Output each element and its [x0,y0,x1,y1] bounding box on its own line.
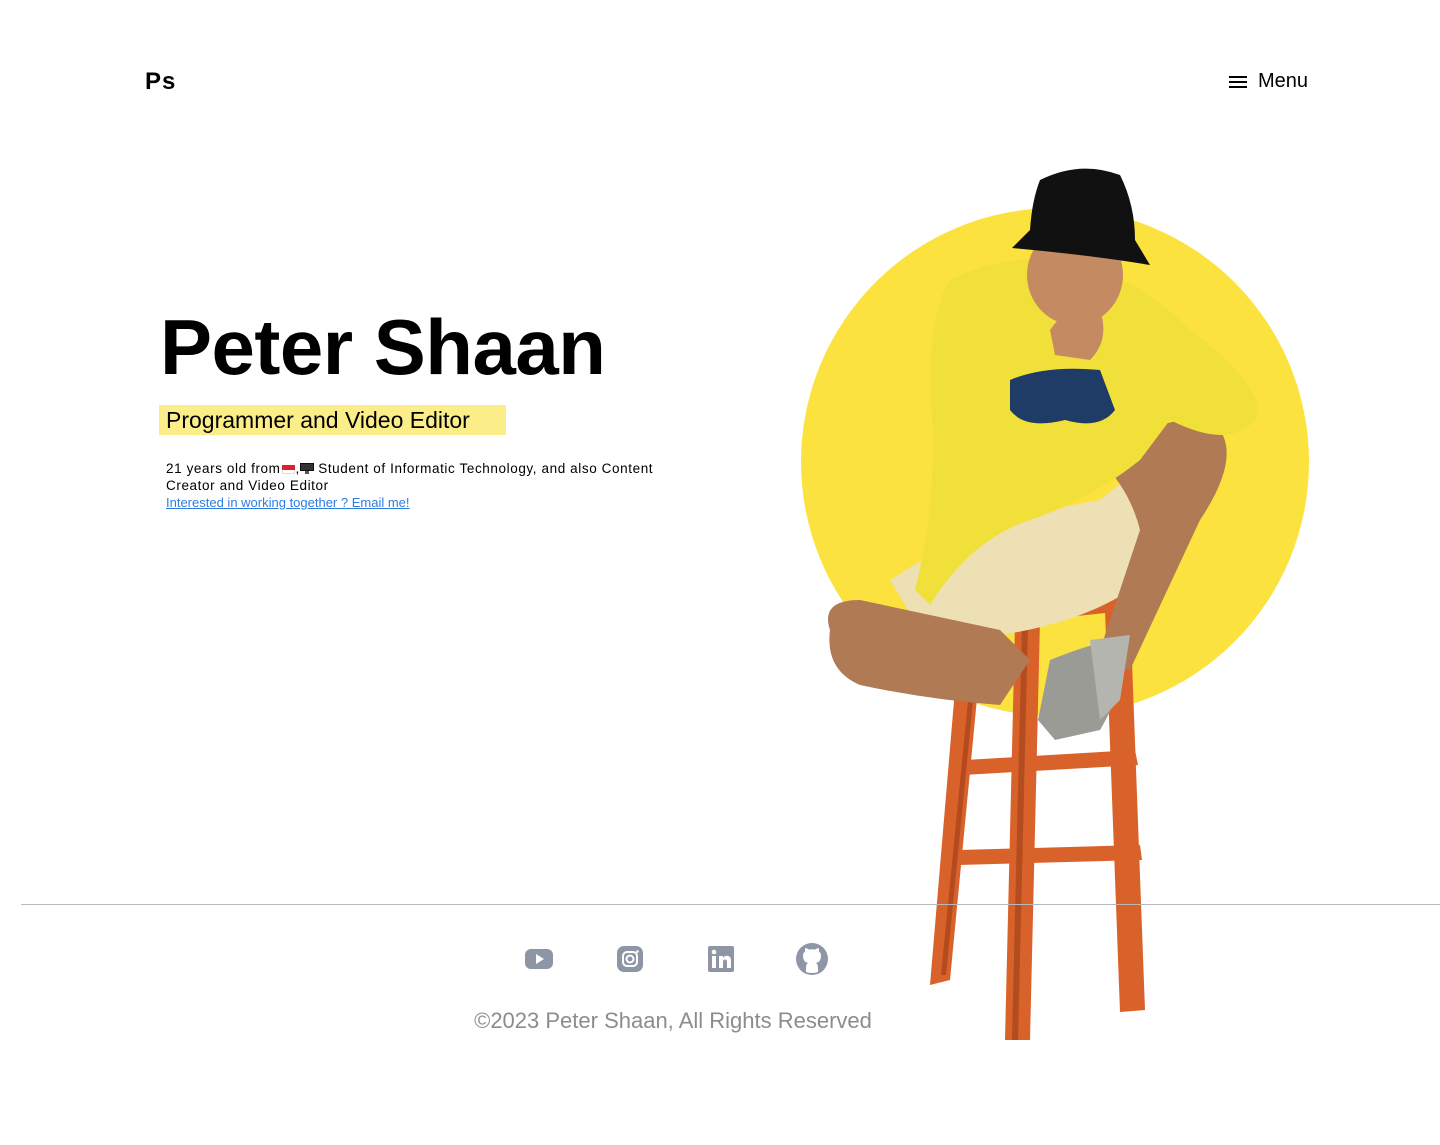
linkedin-icon[interactable] [702,940,740,978]
instagram-icon[interactable] [611,940,649,978]
indonesia-flag-icon [281,465,295,474]
youtube-icon[interactable] [520,940,558,978]
computer-icon [299,463,314,474]
subtitle-block: Programmer and Video Editor [159,405,506,435]
menu-button[interactable]: Menu [1228,70,1308,93]
hero-name: Peter Shaan [160,303,606,391]
hamburger-icon [1228,74,1248,90]
logo[interactable]: Ps [145,68,176,96]
copyright-text: ©2023 Peter Shaan, All Rights Reserved [474,1008,872,1033]
footer-divider [21,904,1440,905]
social-links [520,940,831,978]
hero-subtitle: Programmer and Video Editor [166,407,470,433]
hero-description: 21 years old from, Student of Informatic… [166,460,706,511]
email-link[interactable]: Interested in working together ? Email m… [166,494,706,511]
github-icon[interactable] [793,940,831,978]
menu-label: Menu [1258,70,1309,92]
description-text-1: 21 years old from [166,461,281,476]
hero-portrait-image [801,168,1309,1040]
